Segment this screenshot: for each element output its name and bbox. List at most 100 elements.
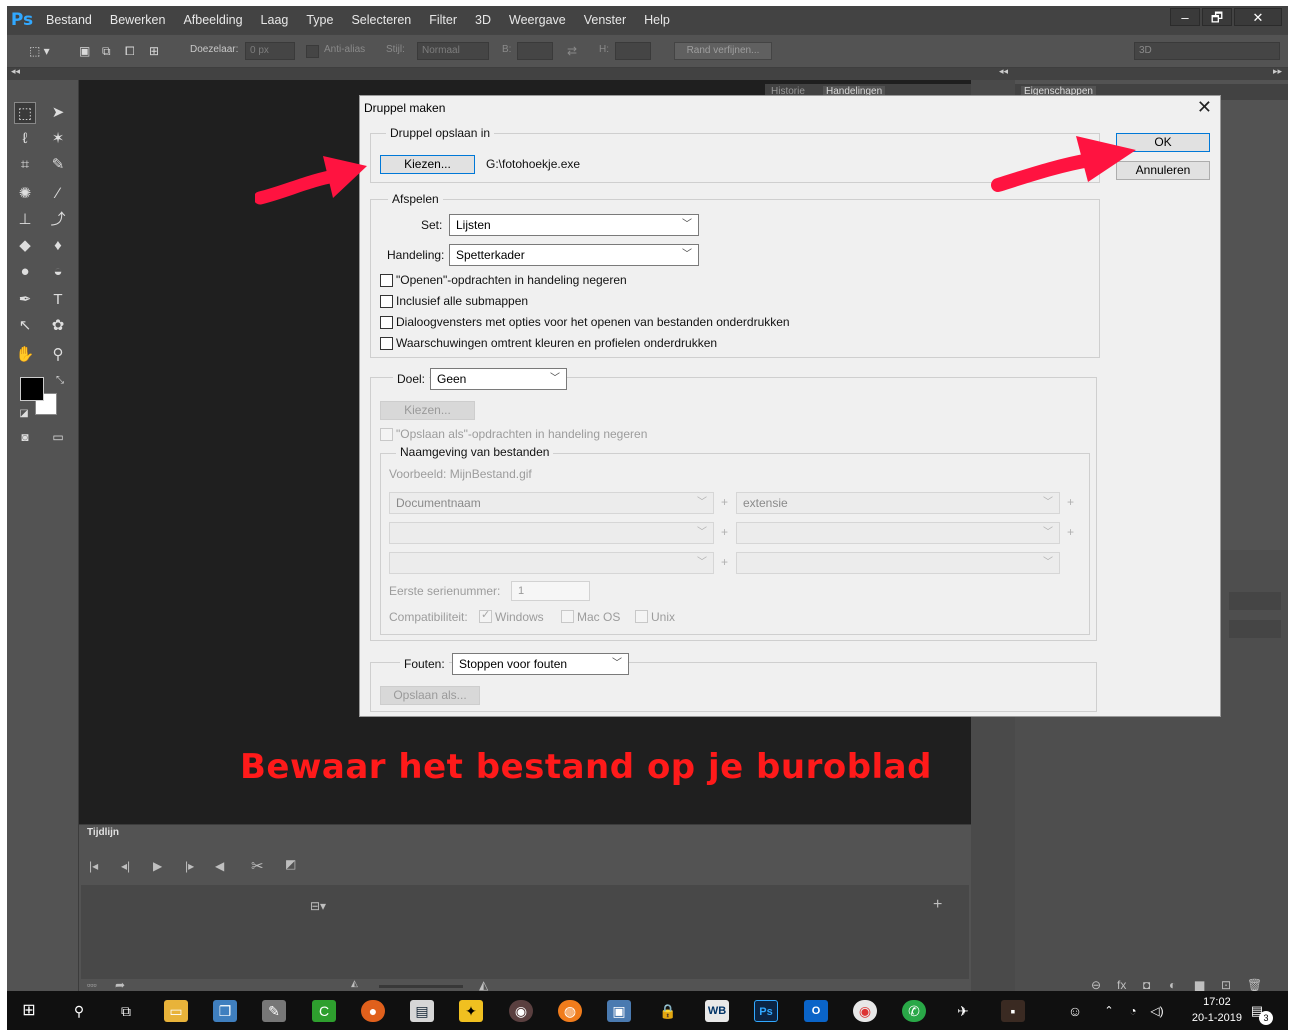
height-input[interactable] [615, 42, 651, 60]
lasso-tool-icon[interactable]: ℓ [14, 128, 36, 150]
marquee-tool-icon[interactable]: ⬚ ▾ [29, 44, 50, 58]
menu-selecteren[interactable]: Selecteren [342, 13, 420, 27]
layers-fill-field[interactable] [1229, 620, 1281, 638]
dodge-tool-icon[interactable]: ◒ [47, 261, 69, 283]
compat-unix-checkbox[interactable] [635, 610, 648, 623]
security-lock-icon[interactable]: 🔒 [656, 1000, 680, 1022]
action-select[interactable]: Spetterkader ﹀ [449, 244, 699, 266]
paint-icon[interactable]: ✎ [262, 1000, 286, 1022]
add-mask-icon[interactable]: ◘ [1143, 978, 1150, 991]
naming-row1-left-select[interactable]: Documentnaam ﹀ [389, 492, 714, 514]
ignore-open-checkbox[interactable] [380, 274, 393, 287]
brush-tool-icon[interactable]: ∕ [47, 183, 69, 205]
shape-tool-icon[interactable]: ✿ [47, 315, 69, 337]
collapse-right-icon[interactable]: ▸▸ [1273, 66, 1282, 77]
photoshop-taskbar-icon[interactable]: Ps [754, 1000, 778, 1022]
naming-row1-right-select[interactable]: extensie ﹀ [736, 492, 1060, 514]
frame-animation-icon[interactable]: ▫▫▫ [87, 980, 97, 990]
default-colors-icon[interactable]: ◪ [13, 403, 35, 425]
collapse-left-icon[interactable]: ◂◂ [11, 66, 20, 77]
menu-laag[interactable]: Laag [252, 13, 298, 27]
target-choose-button[interactable]: Kiezen... [380, 401, 475, 420]
fx-icon[interactable]: fx [1117, 978, 1126, 991]
blur-tool-icon[interactable]: ● [14, 261, 36, 283]
zoom-tool-icon[interactable]: ⚲ [47, 344, 69, 366]
menu-afbeelding[interactable]: Afbeelding [174, 13, 251, 27]
split-scissors-icon[interactable]: ✂ [251, 857, 264, 875]
search-icon[interactable]: ⚲ [67, 1000, 91, 1022]
menu-weergave[interactable]: Weergave [500, 13, 575, 27]
camtasia-icon[interactable]: C [312, 1000, 336, 1022]
media-app-icon[interactable]: ◉ [509, 1000, 533, 1022]
game-app-icon[interactable]: ▪ [1001, 1000, 1025, 1022]
wb-app-icon[interactable]: WB [705, 1000, 729, 1022]
plane-app-icon[interactable]: ✈ [951, 1000, 975, 1022]
chrome-icon[interactable]: ◉ [853, 1000, 877, 1022]
pen-tool-icon[interactable]: ✒ [14, 289, 36, 311]
screen-app-icon[interactable]: ▣ [607, 1000, 631, 1022]
ignore-saveas-checkbox[interactable] [380, 428, 393, 441]
transition-icon[interactable]: ◩ [285, 857, 296, 871]
delete-layer-icon[interactable]: 🗑 [1247, 978, 1262, 991]
new-layer-icon[interactable]: ⊡ [1221, 978, 1231, 991]
menu-venster[interactable]: Venster [575, 13, 635, 27]
zoom-in-icon[interactable]: ◭ [479, 978, 488, 991]
errors-saveas-button[interactable]: Opslaan als... [380, 686, 480, 705]
zoom-slider[interactable] [379, 985, 463, 988]
history-brush-tool-icon[interactable]: ⤴ [47, 209, 69, 231]
rect-marquee-tool-icon[interactable]: ⬚ [14, 102, 36, 124]
crop-tool-icon[interactable]: ⌗ [14, 154, 36, 176]
naming-row3-right-select[interactable]: ﹀ [736, 552, 1060, 574]
go-to-first-frame-icon[interactable]: |◂ [89, 859, 98, 873]
add-selection-icon[interactable]: ⧉ [102, 44, 111, 59]
workspace-select[interactable]: 3D [1134, 42, 1280, 60]
wifi-icon[interactable]: ◔ [1121, 1000, 1145, 1022]
volume-icon[interactable]: ◁) [1145, 1000, 1169, 1022]
taskbar-clock[interactable]: 17:02 20-1-2019 [1192, 994, 1242, 1026]
next-frame-icon[interactable]: |▸ [185, 859, 194, 873]
play-icon[interactable]: ▶ [153, 859, 162, 873]
suppress-open-dialogs-checkbox[interactable] [380, 316, 393, 329]
new-group-icon[interactable]: ▆ [1195, 978, 1204, 991]
audio-icon[interactable]: ◀ [215, 859, 224, 873]
restore-button[interactable]: 🗗 [1202, 8, 1232, 26]
task-view-icon[interactable]: ⧉ [114, 1000, 138, 1022]
save-choose-button[interactable]: Kiezen... [380, 155, 475, 174]
menu-bestand[interactable]: Bestand [37, 13, 101, 27]
intersect-selection-icon[interactable]: ⊞ [149, 44, 159, 58]
magic-wand-tool-icon[interactable]: ✶ [47, 128, 69, 150]
batman-app-icon[interactable]: ✦ [459, 1000, 483, 1022]
naming-row2-right-select[interactable]: ﹀ [736, 522, 1060, 544]
adjustment-layer-icon[interactable]: ◐ [1169, 978, 1176, 991]
subtract-selection-icon[interactable]: ⧠ [125, 44, 135, 59]
hand-tool-icon[interactable]: ✋ [14, 344, 36, 366]
media-icon[interactable]: ⊟▾ [310, 899, 326, 913]
zoom-out-icon[interactable]: ◭ [351, 978, 358, 989]
style-select[interactable]: Normaal [417, 42, 489, 60]
antialias-checkbox[interactable] [306, 45, 319, 58]
type-tool-icon[interactable]: T [47, 289, 69, 311]
naming-row2-left-select[interactable]: ﹀ [389, 522, 714, 544]
whatsapp-icon[interactable]: ✆ [902, 1000, 926, 1022]
menu-help[interactable]: Help [635, 13, 679, 27]
eraser-tool-icon[interactable]: ◆ [14, 235, 36, 257]
healing-brush-tool-icon[interactable]: ✺ [14, 183, 36, 205]
swap-icon[interactable]: ⇄ [567, 44, 577, 58]
compat-macos-checkbox[interactable] [561, 610, 574, 623]
collapse-mid-icon[interactable]: ◂◂ [999, 66, 1008, 77]
quick-mask-icon[interactable]: ◙ [14, 426, 36, 448]
path-select-tool-icon[interactable]: ↖ [14, 315, 36, 337]
serial-input[interactable]: 1 [511, 581, 590, 601]
stamp-tool-icon[interactable]: ⊥ [14, 209, 36, 231]
eyedropper-tool-icon[interactable]: ✎ [47, 154, 69, 176]
timeline-track[interactable]: ⊟▾ + [81, 885, 969, 979]
move-tool-icon[interactable]: ➤ [47, 102, 69, 124]
foreground-color-swatch[interactable] [20, 377, 44, 401]
render-icon[interactable]: ➦ [115, 978, 125, 991]
people-icon[interactable]: ☺ [1063, 1000, 1087, 1022]
compat-windows-checkbox[interactable] [479, 608, 492, 623]
suppress-color-warnings-checkbox[interactable] [380, 337, 393, 350]
menu-bewerken[interactable]: Bewerken [101, 13, 175, 27]
close-window-button[interactable]: ✕ [1234, 8, 1282, 26]
menu-filter[interactable]: Filter [420, 13, 466, 27]
